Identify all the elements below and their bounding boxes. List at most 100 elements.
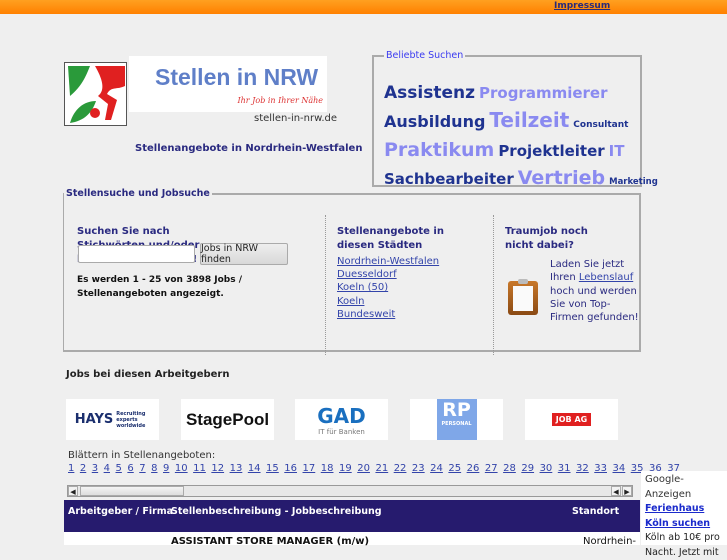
page-link[interactable]: 6	[127, 463, 133, 474]
page-link[interactable]: 25	[448, 463, 461, 474]
employer-logo-jobag[interactable]: JOB AG	[525, 399, 618, 440]
scrollbar-thumb[interactable]	[80, 486, 184, 496]
page-link[interactable]: 1	[68, 463, 74, 474]
popular-search-tag[interactable]: Sachbearbeiter	[384, 170, 514, 188]
top-bar	[0, 0, 727, 14]
popular-search-tag[interactable]: Praktikum	[384, 139, 494, 161]
slogan: Ihr Job in Ihrer Nähe	[237, 96, 323, 105]
popular-search-tag[interactable]: Consultant	[573, 120, 628, 130]
page-link[interactable]: 29	[521, 463, 534, 474]
cv-text-post: hoch und werden Sie von Top-Firmen gefun…	[550, 285, 639, 324]
city-link[interactable]: Koeln (50)	[337, 281, 439, 294]
find-jobs-button[interactable]: Jobs in NRW finden	[200, 243, 288, 265]
employer-logo-rp[interactable]: RP PERSONAL	[410, 399, 503, 440]
tag-cloud: Assistenz Programmierer Ausbildung Teilzeit…	[384, 81, 658, 195]
page-link[interactable]: 28	[503, 463, 516, 474]
cv-upload-link[interactable]: Lebenslauf	[579, 272, 633, 283]
column-header-location[interactable]: Standort	[572, 506, 619, 517]
city-link[interactable]: Koeln	[337, 295, 439, 308]
page-link[interactable]: 2	[80, 463, 86, 474]
popular-search-tag[interactable]: Teilzeit	[489, 108, 569, 132]
page-link[interactable]: 16	[284, 463, 297, 474]
popular-search-tag[interactable]: Projektleiter	[498, 142, 604, 160]
result-count: Es werden 1 - 25 von 3898 Jobs / Stellen…	[77, 275, 243, 299]
gad-logo-text: GAD	[317, 403, 366, 428]
page-link[interactable]: 9	[163, 463, 169, 474]
page-link[interactable]: 7	[139, 463, 145, 474]
employer-logo-hays[interactable]: HAYS Recruiting experts worldwide	[66, 399, 159, 440]
page-link[interactable]: 27	[485, 463, 498, 474]
city-link[interactable]: Duesseldorf	[337, 268, 439, 281]
site-title: Stellen in NRW	[155, 64, 319, 90]
search-input[interactable]	[78, 245, 195, 263]
job-title[interactable]: ASSISTANT STORE MANAGER (m/w)	[171, 536, 369, 547]
popular-search-tag[interactable]: Marketing	[609, 177, 658, 187]
page-subtitle: Stellenangebote in Nordrhein-Westfalen	[135, 143, 363, 154]
city-links: Nordrhein-Westfalen Duesseldorf Koeln (50)…	[337, 255, 439, 321]
page-link[interactable]: 26	[467, 463, 480, 474]
page-link[interactable]: 34	[613, 463, 626, 474]
popular-search-tag[interactable]: Ausbildung	[384, 112, 485, 131]
stagepool-logo-text: StagePool	[185, 409, 270, 429]
clipboard-icon	[508, 279, 538, 315]
page-link[interactable]: 30	[540, 463, 553, 474]
page-link[interactable]: 23	[412, 463, 425, 474]
page-link[interactable]: 31	[558, 463, 571, 474]
page-link[interactable]: 18	[321, 463, 334, 474]
jobag-logo-text: JOB AG	[551, 413, 592, 426]
city-link[interactable]: Bundesweit	[337, 308, 439, 321]
scroll-right-icon[interactable]: ▶	[622, 486, 632, 496]
impressum-link[interactable]: Impressum	[554, 1, 610, 11]
popular-search-tag[interactable]: Programmierer	[479, 84, 608, 102]
horizontal-scrollbar[interactable]: ◀ ◀ ▶	[67, 485, 633, 497]
site-banner[interactable]: Stellen in NRW Ihr Job in Ihrer Nähe	[129, 56, 327, 112]
page-link[interactable]: 14	[248, 463, 261, 474]
page-link[interactable]: 12	[211, 463, 224, 474]
column-header-employer[interactable]: Arbeitgeber / Firma	[68, 506, 173, 517]
popular-search-tag[interactable]: Vertrieb	[518, 167, 605, 189]
page-link[interactable]: 11	[193, 463, 206, 474]
page-link[interactable]: 21	[375, 463, 388, 474]
table-row[interactable]: ASSISTANT STORE MANAGER (m/w) Nordrhein-	[64, 532, 640, 547]
rp-logo-text: RP	[442, 399, 471, 421]
search-legend: Stellensuche und Jobsuche	[66, 188, 210, 199]
popular-searches: Beliebte Suchen Assistenz Programmierer Au…	[372, 50, 658, 189]
scroll-left-icon[interactable]: ◀	[68, 486, 78, 496]
page-link[interactable]: 33	[594, 463, 607, 474]
nrw-crest-logo	[64, 62, 127, 126]
job-location: Nordrhein-	[583, 536, 637, 547]
city-link[interactable]: Nordrhein-Westfalen	[337, 255, 439, 268]
scroll-left-icon[interactable]: ◀	[611, 486, 621, 496]
page-link[interactable]: 3	[92, 463, 98, 474]
employer-logo-gad[interactable]: GAD IT für Banken	[295, 399, 388, 440]
page-link[interactable]: 17	[303, 463, 316, 474]
rp-tagline: PERSONAL	[441, 421, 472, 427]
ad-link[interactable]: Ferienhaus Köln suchen	[645, 502, 723, 531]
page-link[interactable]: 15	[266, 463, 279, 474]
page-link[interactable]: 10	[175, 463, 188, 474]
site-domain: stellen-in-nrw.de	[254, 113, 338, 124]
gad-tagline: IT für Banken	[318, 427, 365, 436]
employer-logo-stagepool[interactable]: StagePool	[181, 399, 274, 440]
cv-upload-text: Laden Sie jetzt Ihren Lebenslauf hoch un…	[550, 258, 640, 324]
popular-search-tag[interactable]: Assistenz	[384, 83, 475, 103]
page-link[interactable]: 20	[357, 463, 370, 474]
page-link[interactable]: 24	[430, 463, 443, 474]
page-link[interactable]: 32	[576, 463, 589, 474]
cities-title: Stellenangebote in diesen Städten	[337, 226, 444, 251]
table-header: Arbeitgeber / Firma Stellenbeschreibung …	[64, 500, 640, 532]
dream-job-title: Traumjob noch nicht dabei?	[505, 226, 588, 251]
page-link[interactable]: 19	[339, 463, 352, 474]
hays-tagline: Recruiting experts worldwide	[116, 410, 146, 429]
pager-label: Blättern in Stellenangeboten:	[68, 450, 216, 461]
page-link[interactable]: 22	[394, 463, 407, 474]
popular-search-tag[interactable]: IT	[609, 142, 625, 160]
page-link[interactable]: 13	[230, 463, 243, 474]
page-link[interactable]: 5	[116, 463, 122, 474]
page-link[interactable]: 4	[104, 463, 110, 474]
column-header-description[interactable]: Stellenbeschreibung - Jobbeschreibung	[171, 506, 382, 517]
page-link[interactable]: 8	[151, 463, 157, 474]
google-ad: Google-Anzeigen Ferienhaus Köln suchen K…	[641, 471, 727, 558]
hays-logo-text: HAYS	[74, 412, 114, 427]
popular-searches-legend: Beliebte Suchen	[386, 50, 464, 61]
